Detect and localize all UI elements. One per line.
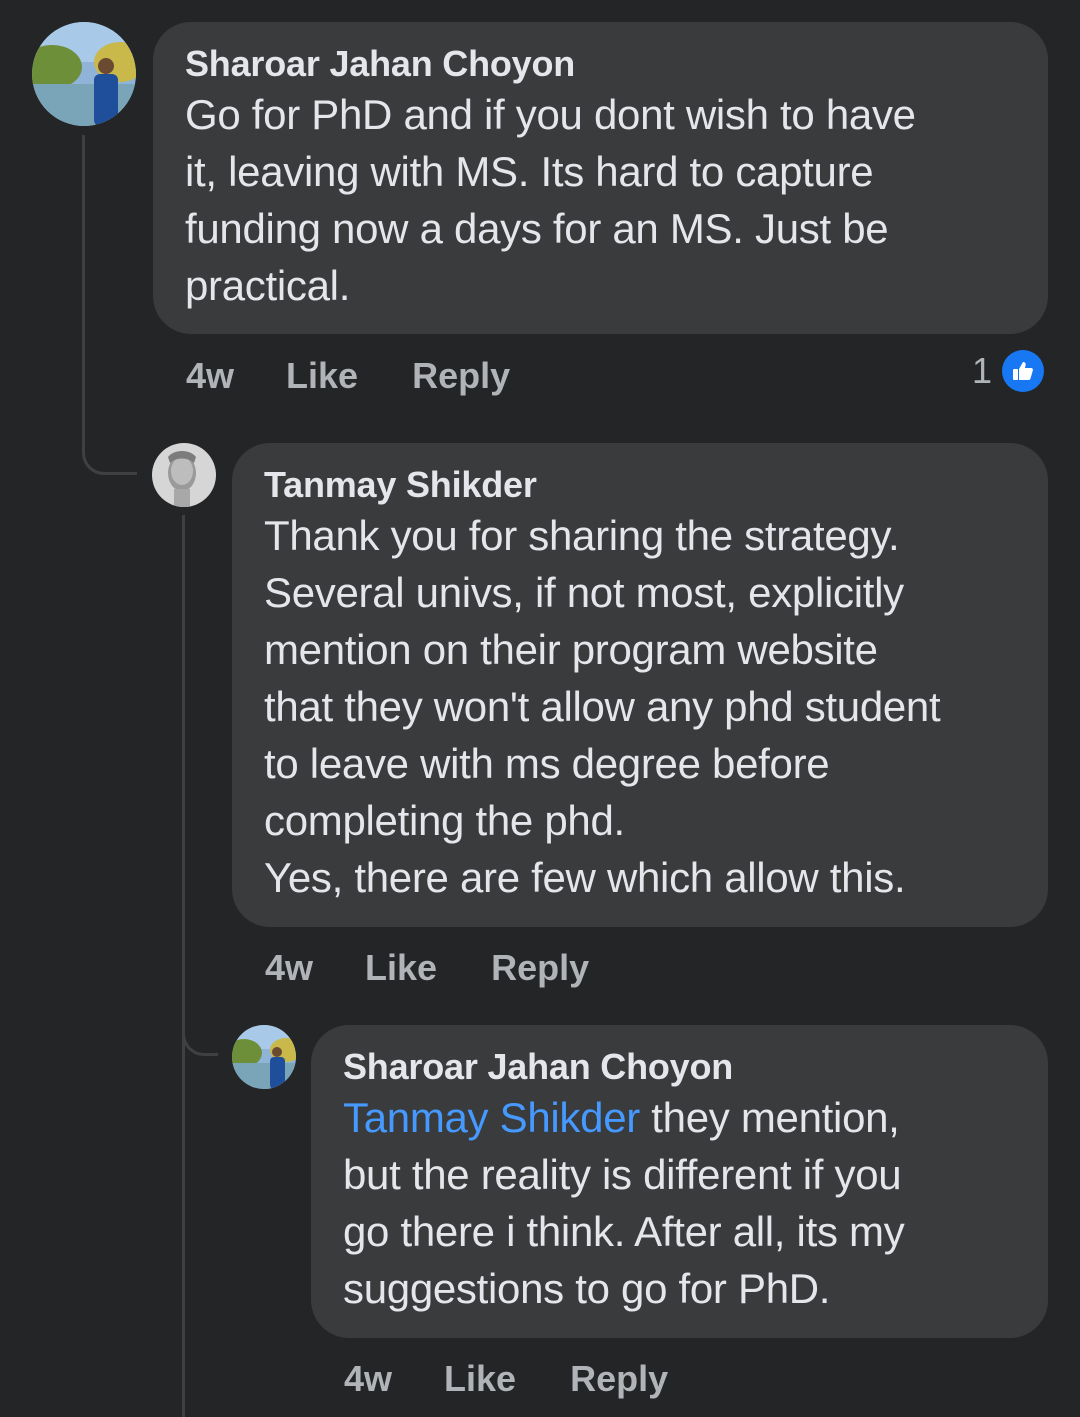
comment-timestamp[interactable]: 4w xyxy=(186,355,234,397)
comment-line: funding now a days for an MS. Just be xyxy=(185,205,889,252)
reaction-count: 1 xyxy=(972,350,993,391)
mention-link[interactable]: Tanmay Shikder xyxy=(343,1094,640,1141)
thread-line-reply xyxy=(182,515,185,1417)
comment-line: to leave with ms degree before xyxy=(264,740,830,787)
like-button[interactable]: Like xyxy=(286,355,358,397)
comment-line: that they won't allow any phd student xyxy=(264,683,941,730)
comment-line: it, leaving with MS. Its hard to capture xyxy=(185,148,874,195)
comment-line: suggestions to go for PhD. xyxy=(343,1265,831,1312)
avatar-tanmay[interactable] xyxy=(152,443,216,507)
avatar-photo-icon xyxy=(32,22,136,126)
reply-button[interactable]: Reply xyxy=(412,355,510,397)
comment-text: Go for PhD and if you dont wish to have … xyxy=(185,86,1016,314)
comment-bubble-2[interactable]: Tanmay Shikder Thank you for sharing the… xyxy=(232,443,1048,927)
comment-author[interactable]: Tanmay Shikder xyxy=(264,463,1016,507)
comment-line: Yes, there are few which allow this. xyxy=(264,854,906,901)
avatar-photo-icon xyxy=(232,1025,296,1089)
comment-line: Thank you for sharing the strategy. xyxy=(264,512,900,559)
comment-actions-1: 4w Like Reply xyxy=(186,351,510,401)
comment-author[interactable]: Sharoar Jahan Choyon xyxy=(343,1045,1016,1089)
reply-button[interactable]: Reply xyxy=(570,1358,668,1400)
comment-line: Several univs, if not most, explicitly xyxy=(264,569,904,616)
thumbs-up-icon xyxy=(1002,350,1045,392)
comment-text: Tanmay Shikder they mention, but the rea… xyxy=(343,1089,1016,1317)
avatar-sharoar-1[interactable] xyxy=(32,22,136,126)
comment-actions-3: 4w Like Reply xyxy=(344,1354,668,1404)
thread-connector-1 xyxy=(82,420,137,475)
comment-line: they mention, xyxy=(639,1094,900,1141)
comment-timestamp[interactable]: 4w xyxy=(265,947,313,989)
comment-line: practical. xyxy=(185,262,351,309)
comment-line: but the reality is different if you xyxy=(343,1151,902,1198)
comment-timestamp[interactable]: 4w xyxy=(344,1358,392,1400)
like-button[interactable]: Like xyxy=(444,1358,516,1400)
avatar-sharoar-2[interactable] xyxy=(232,1025,296,1089)
like-button[interactable]: Like xyxy=(365,947,437,989)
avatar-statue-icon xyxy=(152,443,216,507)
comment-line: Go for PhD and if you dont wish to have xyxy=(185,91,916,138)
comment-actions-2: 4w Like Reply xyxy=(265,943,589,993)
reaction-summary[interactable]: 1 xyxy=(972,350,1045,392)
comment-line: go there i think. After all, its my xyxy=(343,1208,905,1255)
comment-author[interactable]: Sharoar Jahan Choyon xyxy=(185,42,1016,86)
thread-line-main xyxy=(82,135,85,435)
reply-button[interactable]: Reply xyxy=(491,947,589,989)
comment-line: mention on their program website xyxy=(264,626,878,673)
thread-connector-2 xyxy=(182,1000,218,1056)
comment-text: Thank you for sharing the strategy. Seve… xyxy=(264,507,1016,906)
comment-bubble-1[interactable]: Sharoar Jahan Choyon Go for PhD and if y… xyxy=(153,22,1048,334)
comment-bubble-3[interactable]: Sharoar Jahan Choyon Tanmay Shikder they… xyxy=(311,1025,1048,1338)
comment-line: completing the phd. xyxy=(264,797,625,844)
